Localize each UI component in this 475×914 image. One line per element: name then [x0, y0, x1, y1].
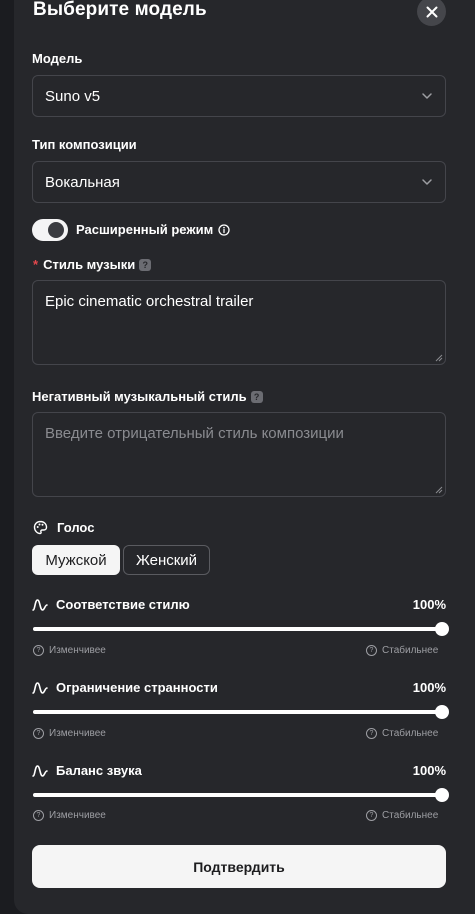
negative-style-label: Негативный музыкальный стиль	[32, 389, 247, 404]
slider-weirdness[interactable]	[33, 705, 449, 719]
help-circle-icon: ?	[366, 728, 377, 739]
negative-style-textarea[interactable]: Введите отрицательный стиль композиции	[32, 412, 446, 497]
advanced-mode-label: Расширенный режим	[76, 222, 214, 237]
style-textarea-value: Epic cinematic orchestral trailer	[45, 293, 254, 310]
slider-left-hint: ? Изменчивее	[33, 728, 106, 739]
close-icon	[426, 6, 437, 17]
slider-right-hint-text: Стабильнее	[382, 645, 439, 656]
slider-left-hint-text: Изменчивее	[49, 810, 106, 821]
info-icon[interactable]	[218, 223, 230, 236]
slider-left-hint-text: Изменчивее	[49, 645, 106, 656]
slider-style-match-row: Соответствие стилю 100%	[32, 597, 446, 612]
chevron-down-icon	[422, 93, 432, 99]
wave-icon	[32, 764, 48, 777]
slider-thumb[interactable]	[435, 705, 449, 719]
help-circle-icon: ?	[33, 645, 44, 656]
close-button[interactable]	[417, 0, 446, 26]
help-circle-icon: ?	[366, 645, 377, 656]
slider-thumb[interactable]	[435, 788, 449, 802]
negative-style-placeholder: Введите отрицательный стиль композиции	[45, 425, 344, 442]
slider-left-hint-text: Изменчивее	[49, 728, 106, 739]
toggle-knob	[48, 222, 64, 238]
slider-value: 100%	[412, 680, 446, 695]
negative-style-label-row: Негативный музыкальный стиль ?	[32, 389, 263, 404]
help-circle-icon: ?	[33, 810, 44, 821]
palette-icon	[33, 520, 48, 535]
model-select-value: Suno v5	[45, 87, 101, 105]
slider-label: Ограничение странности	[56, 680, 218, 695]
slider-left-hint: ? Изменчивее	[33, 645, 106, 656]
resize-handle-icon[interactable]	[435, 486, 443, 494]
slider-right-hint-text: Стабильнее	[382, 728, 439, 739]
slider-weirdness-row: Ограничение странности 100%	[32, 680, 446, 695]
chevron-down-icon	[422, 179, 432, 185]
voice-option-male[interactable]: Мужской	[32, 545, 120, 575]
model-select[interactable]: Suno v5	[32, 75, 446, 117]
dialog-title: Выберите модель	[33, 0, 207, 20]
slider-right-hint: ? Стабильнее	[366, 728, 438, 739]
model-dialog: Выберите модель Модель Suno v5 Тип компо…	[14, 0, 475, 914]
resize-handle-icon[interactable]	[435, 354, 443, 362]
required-mark: *	[33, 257, 39, 272]
slider-value: 100%	[412, 763, 446, 778]
confirm-button[interactable]: Подтвердить	[32, 845, 446, 888]
advanced-mode-toggle[interactable]	[32, 219, 68, 241]
help-circle-icon: ?	[33, 728, 44, 739]
wave-icon	[32, 681, 48, 694]
slider-right-hint: ? Стабильнее	[366, 645, 438, 656]
slider-audio-balance-row: Баланс звука 100%	[32, 763, 446, 778]
composition-label: Тип композиции	[32, 137, 137, 152]
help-circle-icon: ?	[366, 810, 377, 821]
voice-label-row: Голос	[33, 520, 94, 535]
slider-value: 100%	[412, 597, 446, 612]
slider-label: Соответствие стилю	[56, 597, 190, 612]
slider-left-hint: ? Изменчивее	[33, 810, 106, 821]
style-label: Стиль музыки	[43, 257, 136, 272]
voice-label: Голос	[57, 520, 95, 535]
style-label-row: * Стиль музыки ?	[33, 257, 152, 272]
model-label: Модель	[32, 51, 83, 66]
help-icon[interactable]: ?	[250, 390, 263, 403]
composition-select-value: Вокальная	[45, 173, 120, 191]
wave-icon	[32, 598, 48, 611]
slider-thumb[interactable]	[435, 622, 449, 636]
style-textarea[interactable]: Epic cinematic orchestral trailer	[32, 280, 446, 365]
composition-select[interactable]: Вокальная	[32, 161, 446, 203]
slider-style-match[interactable]	[33, 622, 449, 636]
slider-right-hint: ? Стабильнее	[366, 810, 438, 821]
slider-audio-balance[interactable]	[33, 788, 449, 802]
voice-option-female[interactable]: Женский	[123, 545, 210, 575]
advanced-mode-row: Расширенный режим	[76, 222, 230, 237]
slider-label: Баланс звука	[56, 763, 142, 778]
help-icon[interactable]: ?	[139, 258, 152, 271]
slider-right-hint-text: Стабильнее	[382, 810, 439, 821]
